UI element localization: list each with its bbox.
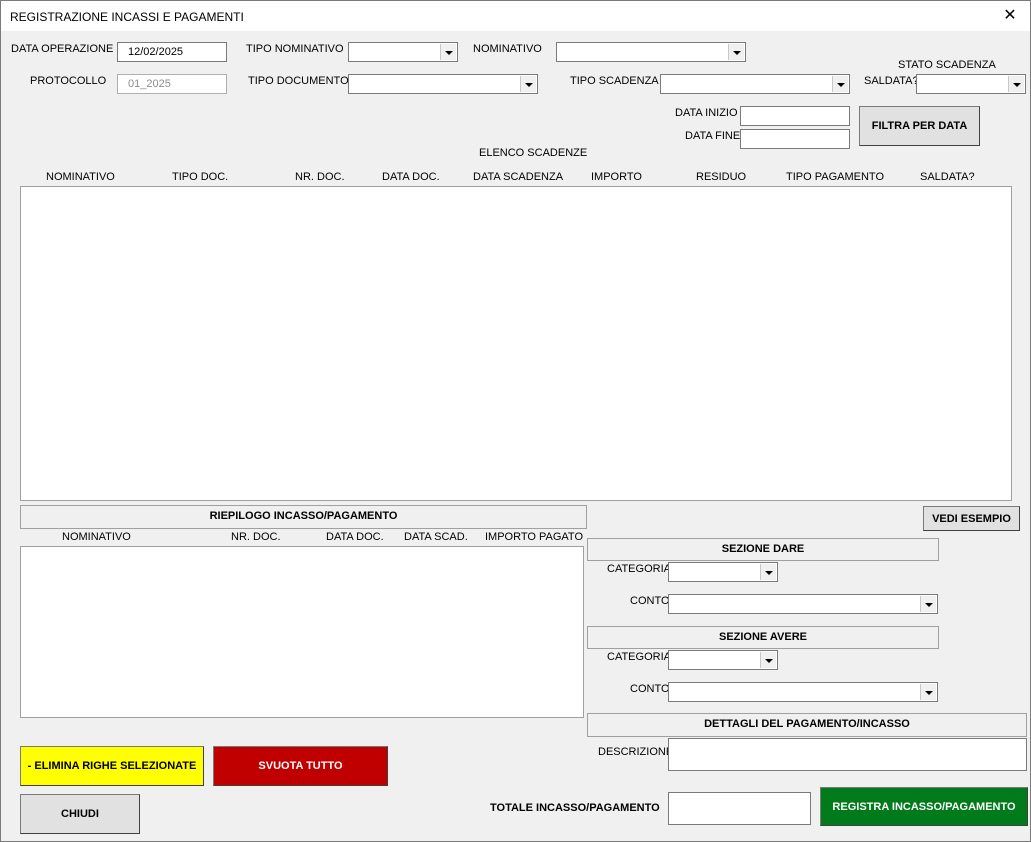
tipo-scadenza-combo[interactable] [660, 74, 850, 94]
tipo-documento-combo[interactable] [348, 74, 538, 94]
data-inizio-label: DATA INIZIO [675, 107, 738, 119]
tipo-documento-label: TIPO DOCUMENTO [248, 75, 349, 87]
chevron-down-icon[interactable] [520, 76, 536, 92]
totale-field[interactable] [668, 792, 811, 825]
descrizione-field[interactable] [668, 738, 1027, 771]
chiudi-button[interactable]: CHIUDI [20, 794, 140, 834]
chevron-down-icon[interactable] [760, 564, 776, 580]
elenco-scadenze-title: ELENCO SCADENZE [479, 147, 588, 159]
protocollo-label: PROTOCOLLO [30, 75, 107, 87]
column-header: NR. DOC. [295, 171, 345, 183]
elimina-righe-button[interactable]: - ELIMINA RIGHE SELEZIONATE [20, 746, 204, 786]
protocollo-field[interactable]: 01_2025 [117, 74, 227, 94]
column-header: NOMINATIVO [46, 171, 115, 183]
title-bar: REGISTRAZIONE INCASSI E PAGAMENTI ✕ [1, 1, 1030, 31]
chevron-down-icon[interactable] [440, 44, 456, 60]
chevron-down-icon[interactable] [760, 652, 776, 668]
column-header: IMPORTO [591, 171, 642, 183]
data-operazione-label: DATA OPERAZIONE [11, 43, 114, 55]
window-title: REGISTRAZIONE INCASSI E PAGAMENTI [10, 10, 244, 24]
data-inizio-field[interactable] [740, 106, 850, 126]
column-header: NR. DOC. [231, 531, 281, 543]
chevron-down-icon[interactable] [920, 596, 936, 612]
column-header: TIPO DOC. [172, 171, 229, 183]
column-header: TIPO PAGAMENTO [786, 171, 884, 183]
sezione-dare-header: SEZIONE DARE [587, 538, 939, 561]
data-fine-field[interactable] [740, 129, 850, 149]
column-header: SALDATA? [920, 171, 975, 183]
avere-categoria-combo[interactable] [668, 650, 778, 670]
close-icon[interactable]: ✕ [990, 1, 1030, 31]
avere-conto-combo[interactable] [668, 682, 938, 702]
avere-categoria-label: CATEGORIA [607, 651, 671, 663]
avere-conto-label: CONTO [630, 683, 670, 695]
column-header: NOMINATIVO [62, 531, 131, 543]
dare-conto-label: CONTO [630, 595, 670, 607]
totale-label: TOTALE INCASSO/PAGAMENTO [490, 802, 660, 814]
vedi-esempio-button[interactable]: VEDI ESEMPIO [923, 506, 1020, 531]
column-header: DATA DOC. [326, 531, 384, 543]
chevron-down-icon[interactable] [832, 76, 848, 92]
dare-conto-combo[interactable] [668, 594, 938, 614]
data-operazione-field[interactable]: 12/02/2025 [117, 42, 227, 62]
chevron-down-icon[interactable] [920, 684, 936, 700]
tipo-nominativo-label: TIPO NOMINATIVO [246, 43, 344, 55]
descrizione-label: DESCRIZIONE [598, 746, 674, 758]
dettagli-header: DETTAGLI DEL PAGAMENTO/INCASSO [587, 713, 1027, 737]
nominativo-label: NOMINATIVO [473, 43, 542, 55]
chevron-down-icon[interactable] [728, 44, 744, 60]
tipo-scadenza-label: TIPO SCADENZA [570, 75, 659, 87]
stato-scadenza-label: STATO SCADENZA [898, 59, 996, 71]
saldata-combo[interactable] [916, 74, 1026, 94]
sezione-avere-header: SEZIONE AVERE [587, 626, 939, 649]
data-fine-label: DATA FINE [685, 130, 741, 142]
tipo-nominativo-combo[interactable] [348, 42, 458, 62]
riepilogo-listbox[interactable] [20, 546, 584, 718]
column-header: DATA DOC. [382, 171, 440, 183]
filtra-per-data-button[interactable]: FILTRA PER DATA [859, 106, 980, 146]
registra-button[interactable]: REGISTRA INCASSO/PAGAMENTO [820, 787, 1028, 826]
riepilogo-header: RIEPILOGO INCASSO/PAGAMENTO [20, 505, 587, 529]
chevron-down-icon[interactable] [1008, 76, 1024, 92]
svuota-tutto-button[interactable]: SVUOTA TUTTO [213, 746, 388, 786]
column-header: DATA SCAD. [404, 531, 468, 543]
scadenze-listbox[interactable] [20, 186, 1012, 501]
nominativo-combo[interactable] [556, 42, 746, 62]
column-header: DATA SCADENZA [473, 171, 564, 183]
dare-categoria-combo[interactable] [668, 562, 778, 582]
column-header: IMPORTO PAGATO [485, 531, 584, 543]
saldata-label: SALDATA? [864, 75, 919, 87]
dialog-window: REGISTRAZIONE INCASSI E PAGAMENTI ✕ DATA… [0, 0, 1031, 842]
column-header: RESIDUO [696, 171, 747, 183]
dare-categoria-label: CATEGORIA [607, 563, 671, 575]
